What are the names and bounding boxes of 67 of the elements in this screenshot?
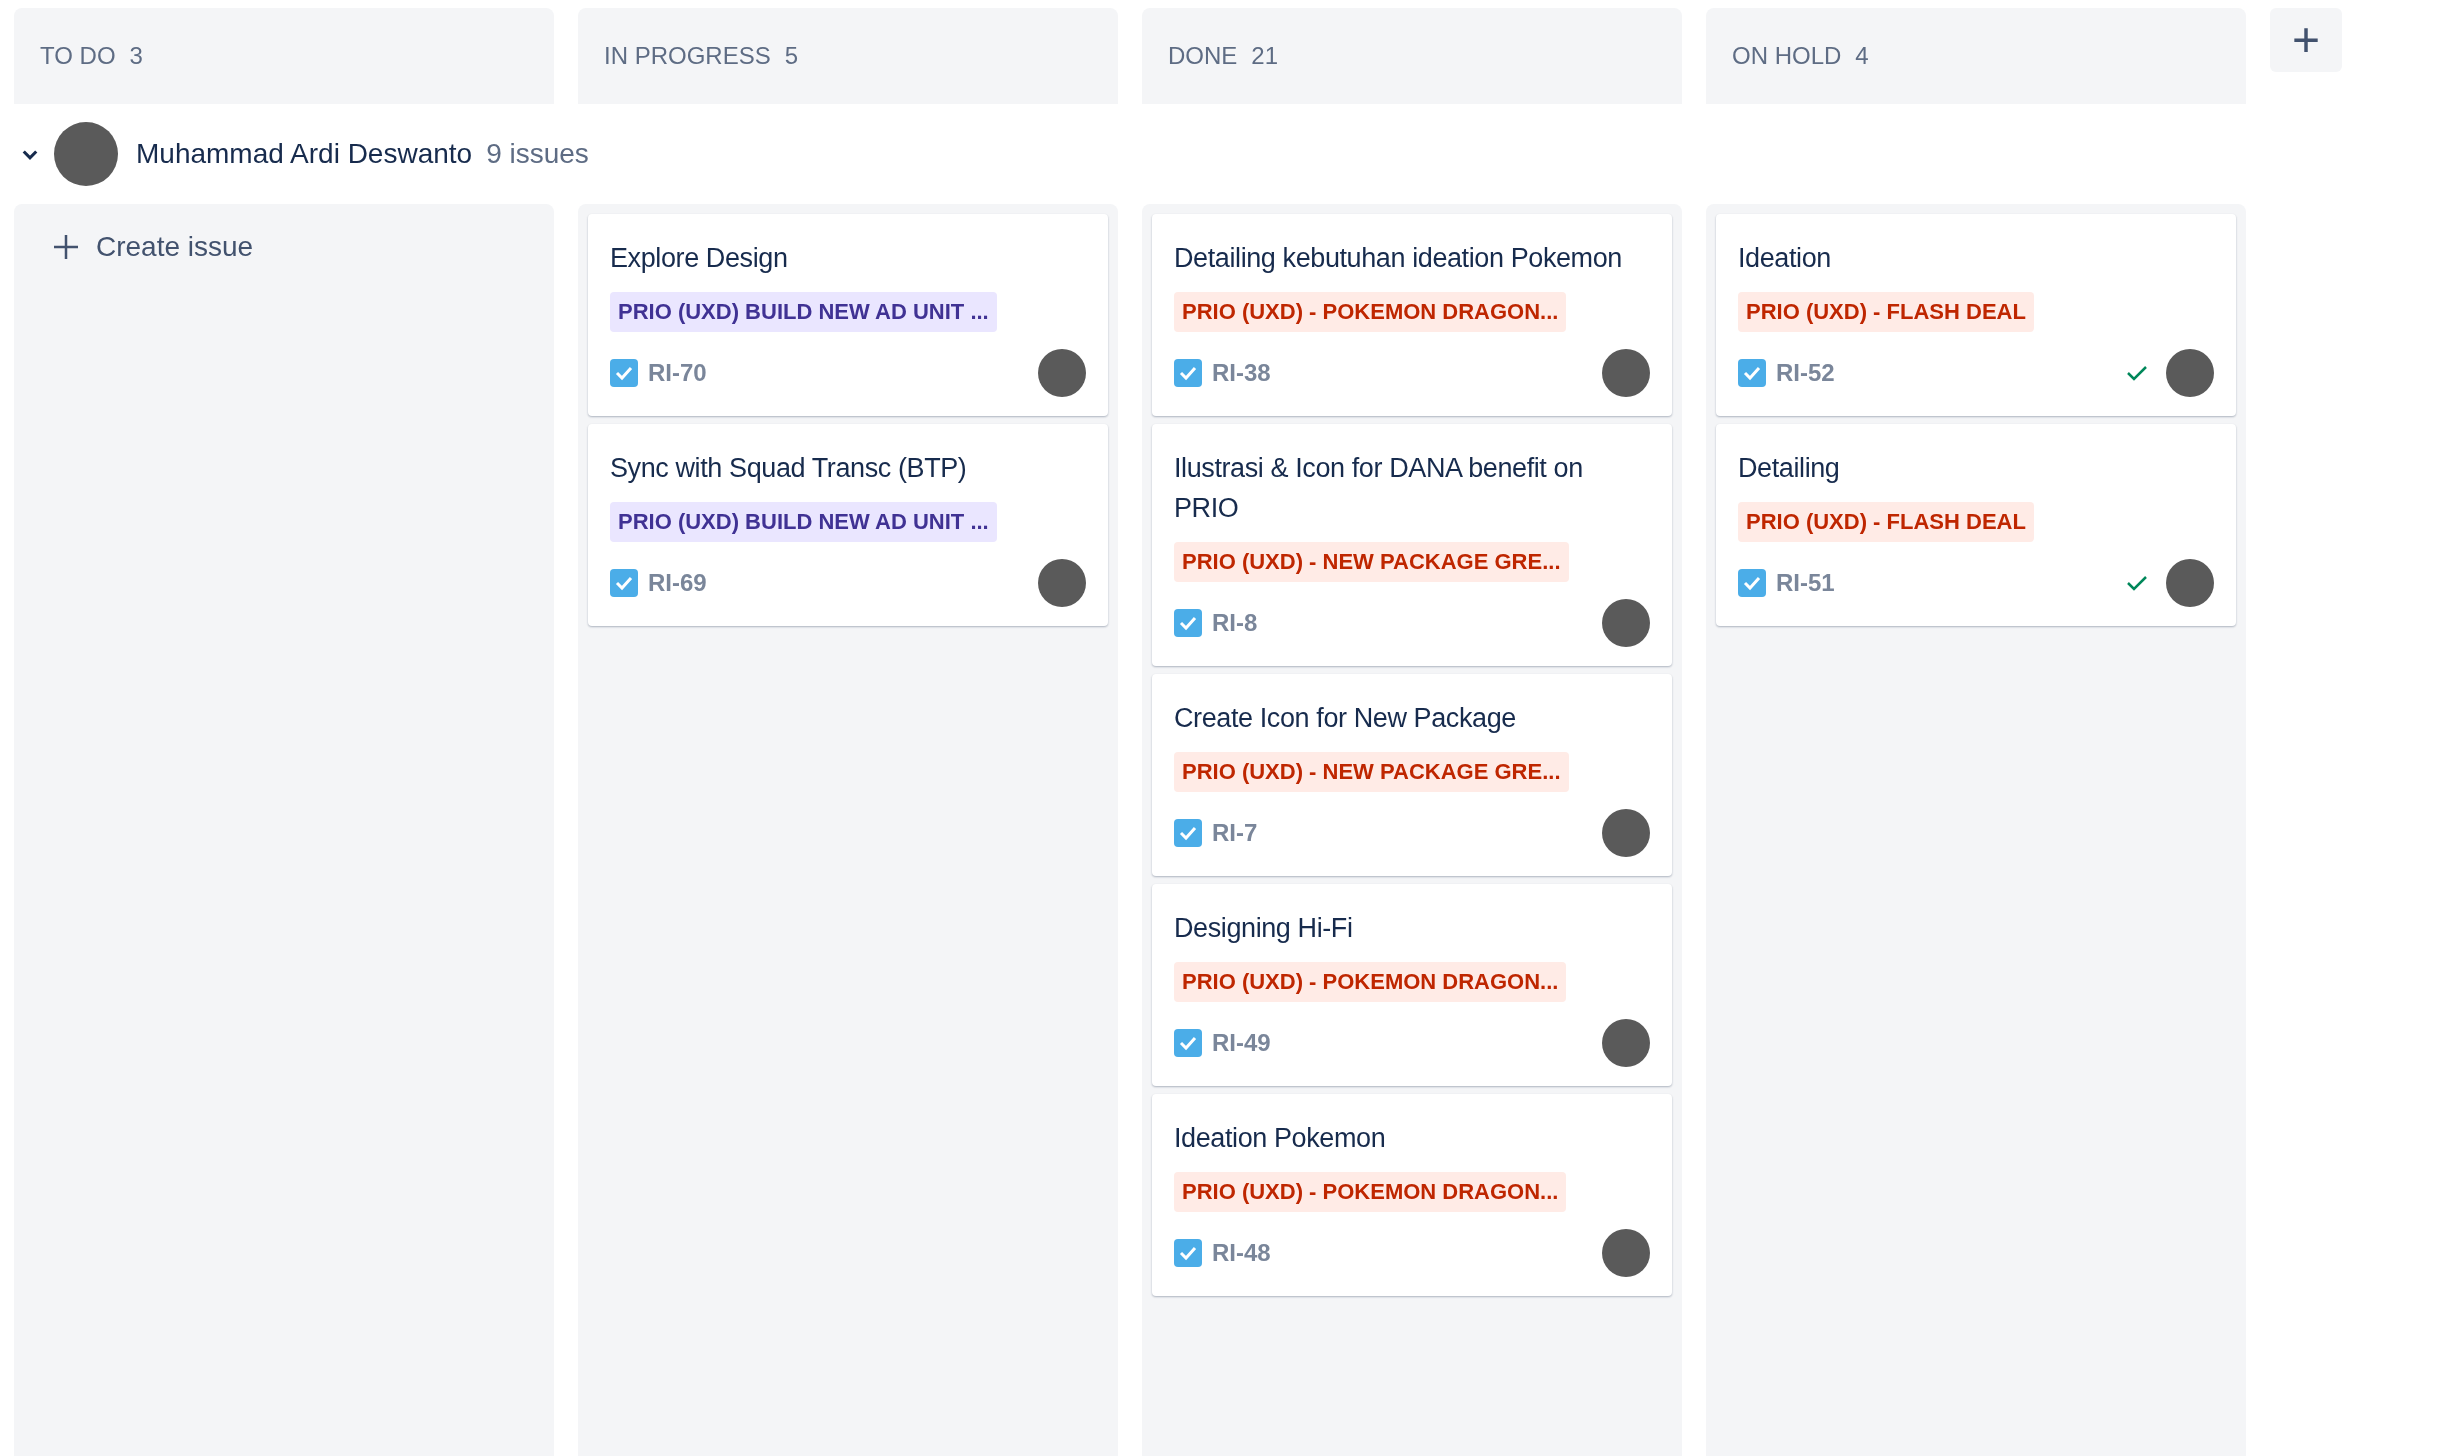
- issue-key: RI-69: [648, 565, 707, 601]
- epic-tag: PRIO (UXD) - FLASH DEAL: [1738, 502, 2034, 542]
- task-icon: [1738, 359, 1766, 387]
- issue-count: 21: [1251, 41, 1279, 71]
- issue-card[interactable]: Designing Hi-Fi PRIO (UXD) - POKEMON DRAGON... RI-49: [1152, 884, 1672, 1086]
- issue-count: 5: [784, 41, 799, 71]
- column-title: TO DO: [40, 41, 116, 71]
- avatar: [1602, 1019, 1650, 1067]
- epic-tag: PRIO (UXD) BUILD NEW AD UNIT ...: [610, 292, 997, 332]
- issue-card[interactable]: Ideation Pokemon PRIO (UXD) - POKEMON DRAGON... RI-48: [1152, 1094, 1672, 1296]
- issue-count: 9 issues: [486, 137, 589, 171]
- epic-tag: PRIO (UXD) - POKEMON DRAGON...: [1174, 1172, 1567, 1212]
- task-icon: [1174, 819, 1202, 847]
- issue-key: RI-48: [1212, 1235, 1271, 1271]
- issue-card[interactable]: Ilustrasi & Icon for DANA benefit on PRIO PRIO (UXD) - NEW PACKAGE GRE... RI-8: [1152, 424, 1672, 666]
- avatar: [1038, 349, 1086, 397]
- avatar: [2166, 559, 2214, 607]
- avatar: [1602, 599, 1650, 647]
- issue-card[interactable]: Sync with Squad Transc (BTP) PRIO (UXD) BUILD NEW AD UNIT ... RI-69: [588, 424, 1108, 626]
- issue-key: RI-7: [1212, 815, 1258, 851]
- task-icon: [1738, 569, 1766, 597]
- plus-icon: [52, 233, 80, 261]
- issue-title: Designing Hi-Fi: [1174, 912, 1353, 945]
- assignee-name: Muhammad Ardi Deswanto: [136, 137, 473, 171]
- avatar: [2166, 349, 2214, 397]
- issue-title: Create Icon for New Package: [1174, 702, 1516, 735]
- task-icon: [610, 359, 638, 387]
- task-icon: [1174, 359, 1202, 387]
- column-title: ON HOLD: [1732, 41, 1842, 71]
- issue-count: 4: [1855, 41, 1869, 71]
- avatar: [1602, 349, 1650, 397]
- issue-title: Ilustrasi & Icon for DANA benefit on PRIO: [1174, 452, 1584, 525]
- issue-card[interactable]: Explore Design PRIO (UXD) BUILD NEW AD UNIT ... RI-70: [588, 214, 1108, 416]
- column-title: DONE: [1168, 41, 1238, 71]
- avatar: [1602, 809, 1650, 857]
- epic-tag: PRIO (UXD) - NEW PACKAGE GRE...: [1174, 752, 1569, 792]
- task-icon: [1174, 1239, 1202, 1267]
- epic-tag: PRIO (UXD) BUILD NEW AD UNIT ...: [610, 502, 997, 542]
- issue-card[interactable]: Detailing kebutuhan ideation Pokemon PRIO (UXD) - POKEMON DRAGON... RI-38: [1152, 214, 1672, 416]
- issue-title: Ideation: [1738, 242, 1831, 275]
- issue-card[interactable]: Ideation PRIO (UXD) - FLASH DEAL RI-52: [1716, 214, 2236, 416]
- issue-card[interactable]: Create Icon for New Package PRIO (UXD) - NEW PACKAGE GRE... RI-7: [1152, 674, 1672, 876]
- issue-key: RI-51: [1776, 565, 1835, 601]
- issue-key: RI-70: [648, 355, 707, 391]
- avatar: [1038, 559, 1086, 607]
- epic-tag: PRIO (UXD) - FLASH DEAL: [1738, 292, 2034, 332]
- issue-title: Detailing kebutuhan ideation Pokemon: [1174, 242, 1622, 275]
- issue-title: Detailing: [1738, 452, 1840, 485]
- issue-key: RI-38: [1212, 355, 1271, 391]
- task-icon: [610, 569, 638, 597]
- issue-title: Explore Design: [610, 242, 788, 275]
- task-icon: [1174, 1029, 1202, 1057]
- create-issue-button[interactable]: Create issue: [24, 214, 282, 280]
- column-title: IN PROGRESS: [604, 41, 771, 71]
- issue-title: Ideation Pokemon: [1174, 1122, 1386, 1155]
- issue-key: RI-8: [1212, 605, 1258, 641]
- issue-card[interactable]: Detailing PRIO (UXD) - FLASH DEAL RI-51: [1716, 424, 2236, 626]
- epic-tag: PRIO (UXD) - POKEMON DRAGON...: [1174, 962, 1567, 1002]
- issue-count: 3: [129, 41, 143, 71]
- add-column-button[interactable]: +: [2270, 8, 2342, 72]
- epic-tag: PRIO (UXD) - POKEMON DRAGON...: [1174, 292, 1567, 332]
- issue-key: RI-52: [1776, 355, 1835, 391]
- epic-tag: PRIO (UXD) - NEW PACKAGE GRE...: [1174, 542, 1569, 582]
- issue-title: Sync with Squad Transc (BTP): [610, 452, 967, 485]
- avatar: [1602, 1229, 1650, 1277]
- task-icon: [1174, 609, 1202, 637]
- issue-key: RI-49: [1212, 1025, 1271, 1061]
